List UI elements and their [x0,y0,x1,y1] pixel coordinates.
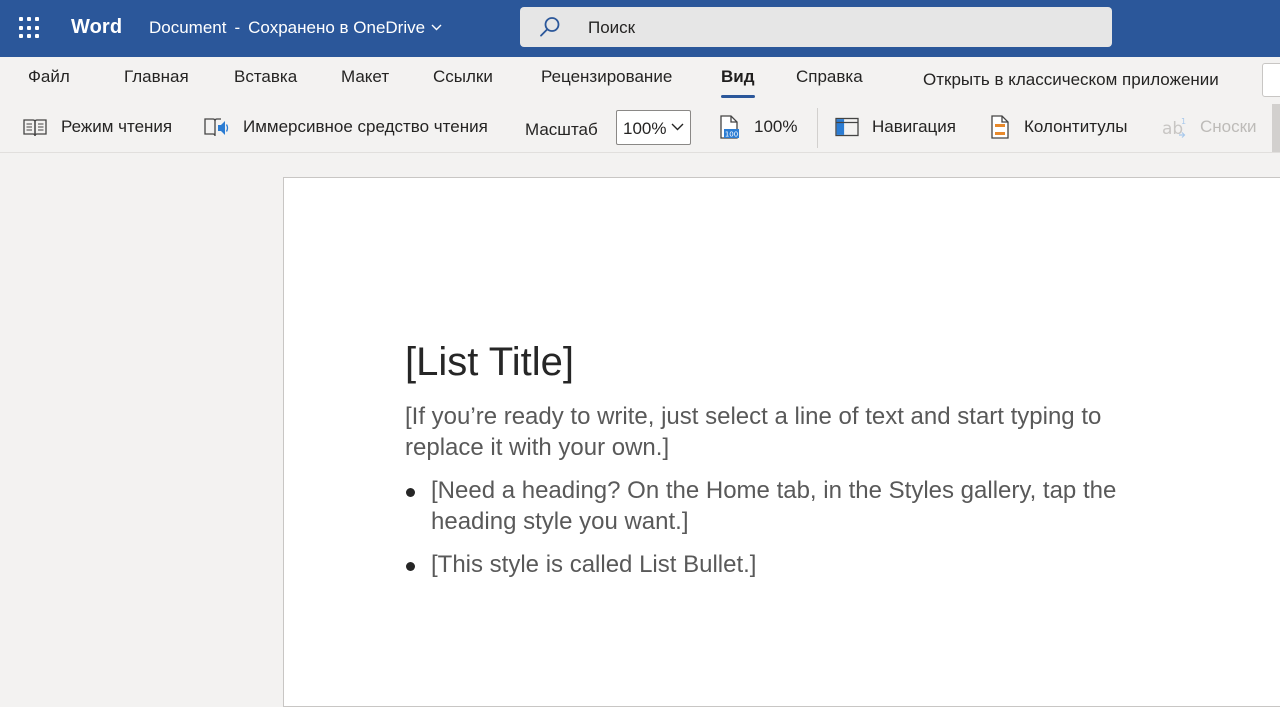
immersive-reader-icon [204,118,229,137]
editing-mode-button[interactable] [1262,63,1280,97]
zoom-select[interactable]: 100% [616,110,691,145]
list-item-text: [Need a heading? On the Home tab, in the… [431,477,1117,535]
zoom-100-button[interactable]: 100 100% [717,114,797,140]
zoom-label: Масштаб [525,120,598,139]
document-bullet-list: [Need a heading? On the Home tab, in the… [405,475,1185,592]
headers-footers-button[interactable]: Колонтитулы [989,114,1127,140]
footnote-icon: ab 1 [1162,117,1186,139]
immersive-reader-button[interactable]: Иммерсивное средство чтения [203,114,488,140]
open-in-desktop-app-button[interactable]: Открыть в классическом приложении [923,70,1219,90]
chevron-down-icon [671,123,684,131]
save-status: Сохранено в OneDrive [248,18,426,37]
book-open-icon [23,119,47,137]
zoom-100-label: 100% [754,117,798,136]
zoom-select-value: 100% [623,119,667,138]
navigation-label: Навигация [872,117,956,136]
tab-view[interactable]: Вид [721,67,755,98]
footnotes-label: Сноски [1200,117,1257,136]
waffle-icon[interactable] [19,17,41,39]
immersive-reader-label: Иммерсивное средство чтения [243,117,488,136]
document-name: Document [149,18,227,37]
search-placeholder: Поиск [588,18,636,37]
document-title[interactable]: [List Title] [405,340,574,385]
search-box[interactable]: Поиск [520,7,1112,47]
tab-file[interactable]: Файл [28,67,70,87]
toolbar-divider [817,108,818,148]
headers-footers-label: Колонтитулы [1024,117,1128,136]
document-name-button[interactable]: Document - Сохранено в OneDrive [149,18,442,38]
tab-insert[interactable]: Вставка [234,67,297,87]
svg-text:100: 100 [725,131,738,139]
search-icon [540,17,560,37]
app-name[interactable]: Word [71,16,122,39]
list-item[interactable]: [Need a heading? On the Home tab, in the… [405,475,1185,537]
reading-mode-label: Режим чтения [61,117,173,136]
tab-home[interactable]: Главная [124,67,189,87]
footnotes-button[interactable]: ab 1 Сноски [1161,114,1257,140]
list-item[interactable]: [This style is called List Bullet.] [405,549,1185,580]
ribbon-scroll-handle[interactable] [1272,104,1280,152]
tab-review[interactable]: Рецензирование [541,67,672,87]
list-item-text: [This style is called List Bullet.] [431,551,757,578]
navigation-button[interactable]: Навигация [835,114,956,140]
title-separator: - [234,18,241,37]
svg-text:1: 1 [1181,117,1186,126]
tab-help[interactable]: Справка [796,67,863,87]
ribbon-tabs: Файл Главная Вставка Макет Ссылки Реценз… [0,57,1280,101]
tab-layout[interactable]: Макет [341,67,389,87]
tab-references[interactable]: Ссылки [433,67,493,87]
document-intro-paragraph[interactable]: [If you’re ready to write, just select a… [405,401,1185,463]
header-footer-icon [991,115,1009,139]
navigation-pane-icon [835,117,859,137]
page-100-icon: 100 [720,115,739,139]
chevron-down-icon [431,20,442,34]
title-bar: Word Document - Сохранено в OneDrive Поиск [0,0,1280,57]
reading-mode-button[interactable]: Режим чтения [22,114,172,140]
